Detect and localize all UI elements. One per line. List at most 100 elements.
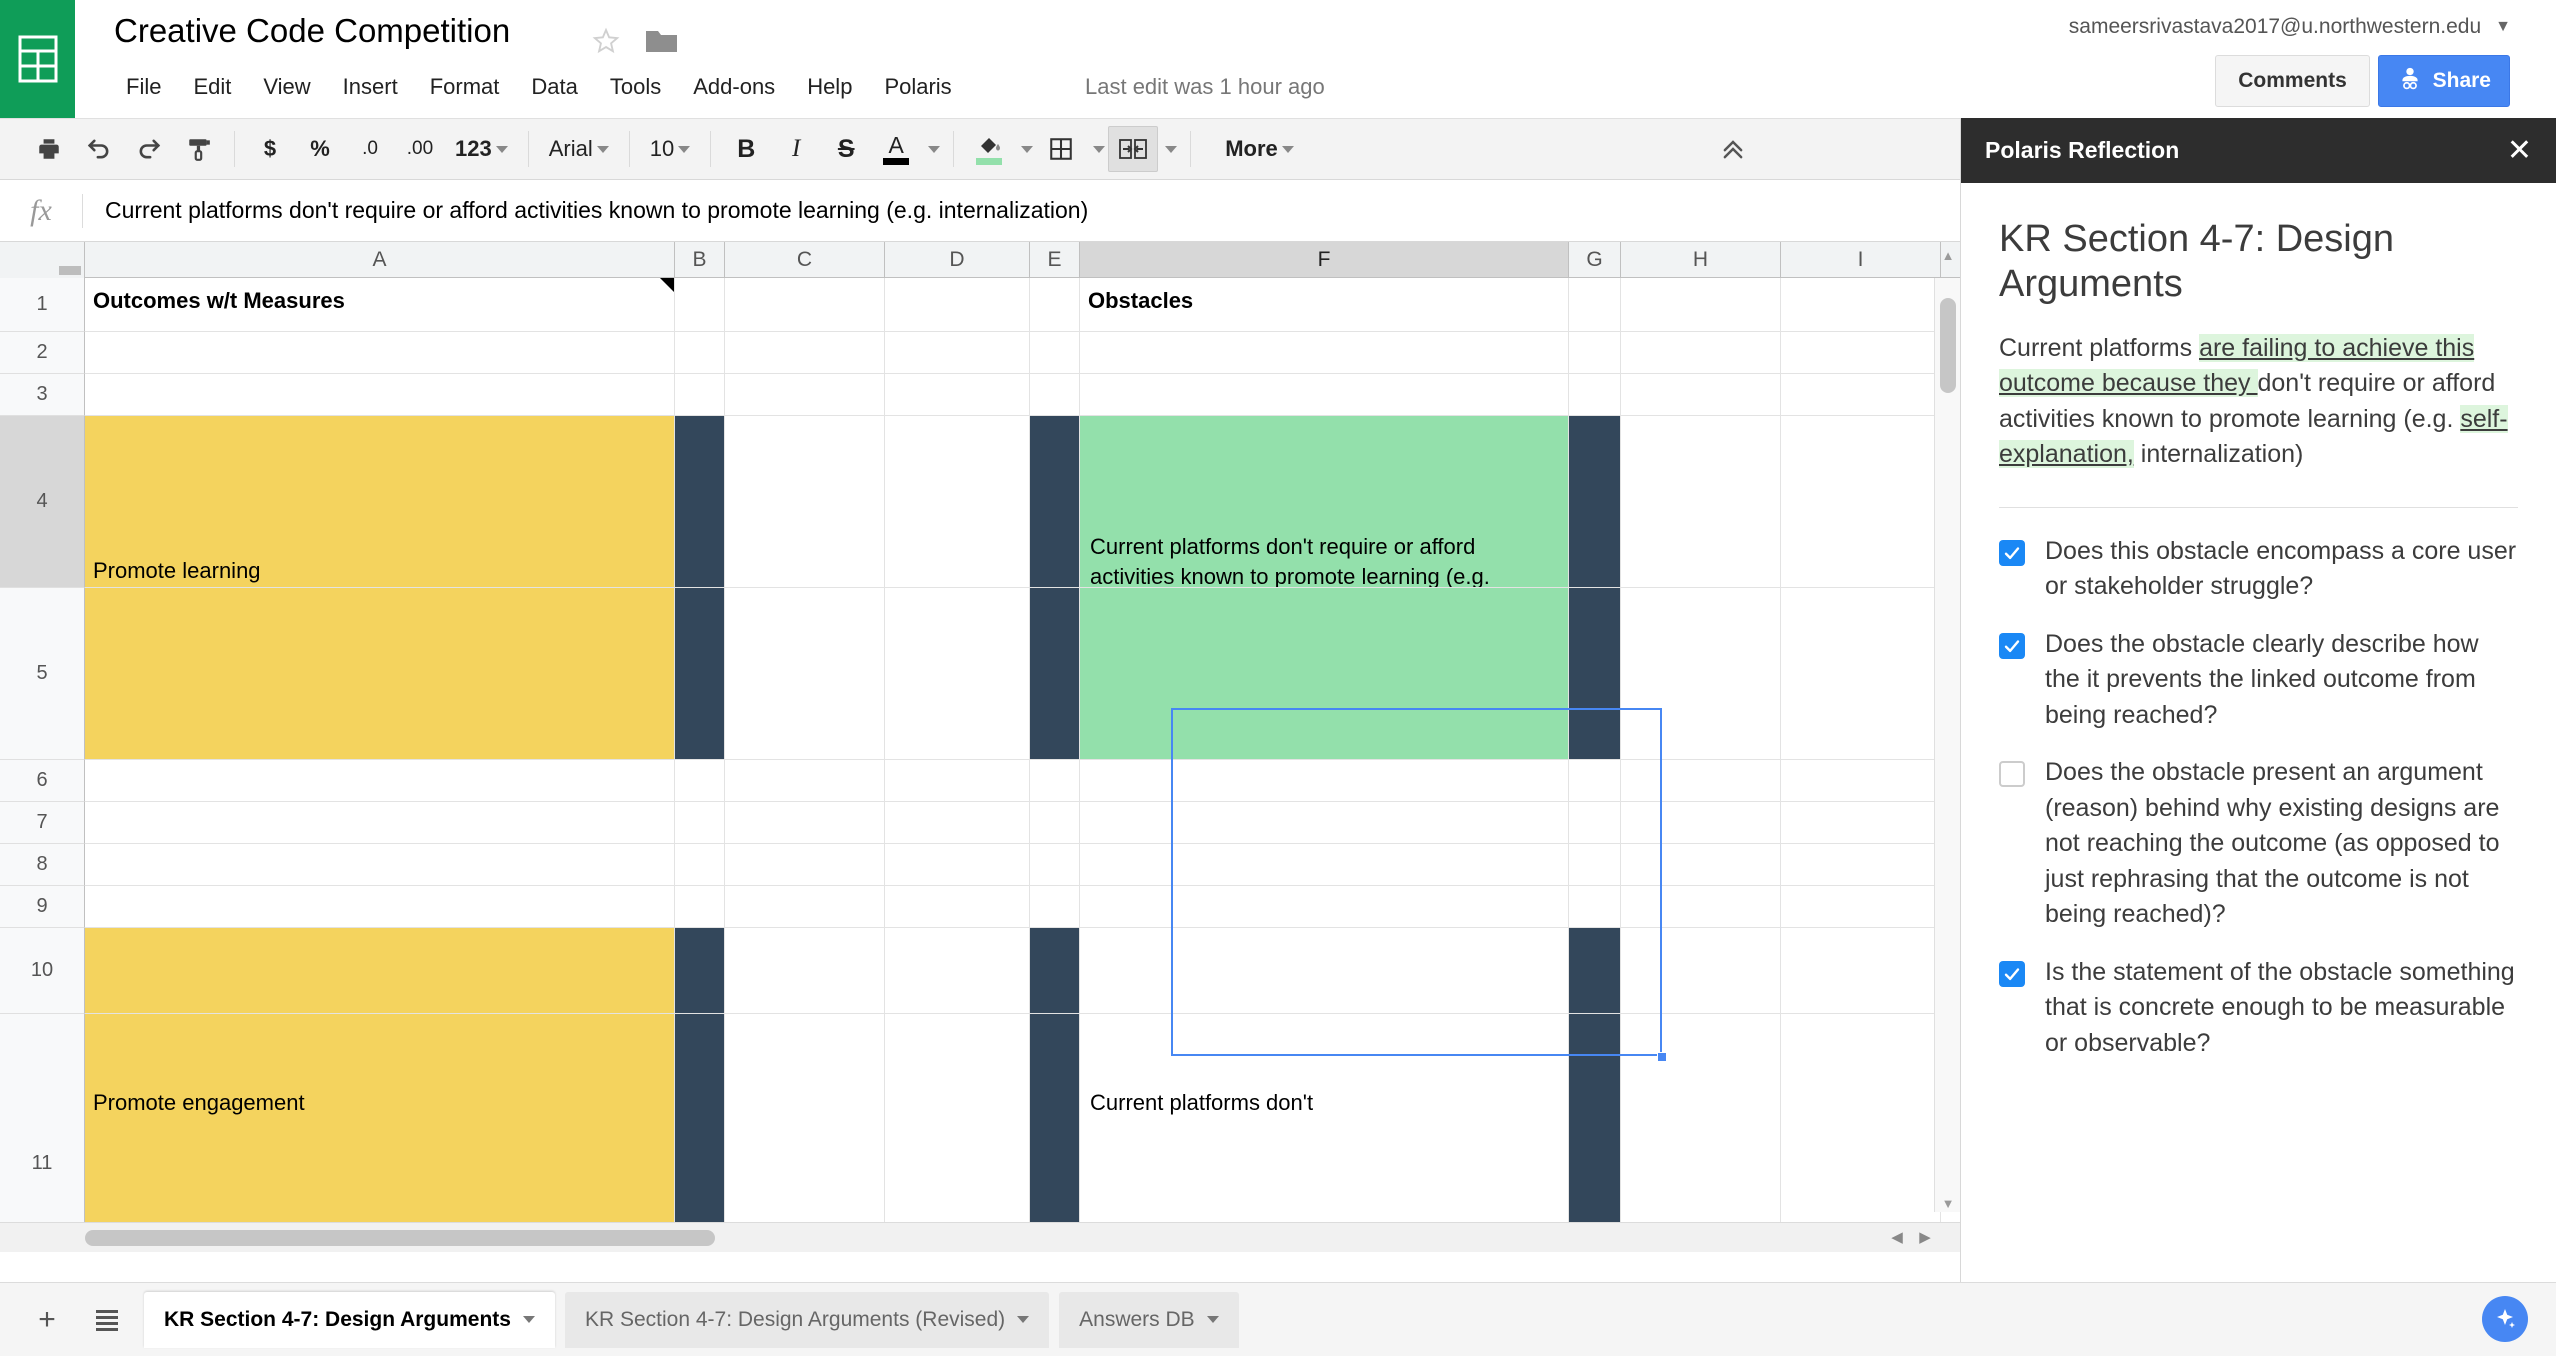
cell-f4[interactable]: Current platforms don't require or affor… [1080, 416, 1569, 587]
cell-g11-divider[interactable] [1569, 1014, 1621, 1252]
cell-a9[interactable] [85, 886, 675, 927]
currency-format-button[interactable]: $ [245, 126, 295, 172]
list-item[interactable]: Is the statement of the obstacle somethi… [1999, 955, 2518, 1062]
cell-b7[interactable] [675, 802, 725, 843]
borders-icon[interactable] [1036, 126, 1086, 172]
scroll-left-icon[interactable]: ◀ [1886, 1227, 1908, 1249]
horizontal-scroll-thumb[interactable] [85, 1230, 715, 1246]
cell-g1[interactable] [1569, 278, 1621, 331]
bold-button[interactable]: B [721, 126, 771, 172]
cell-d4[interactable] [885, 416, 1030, 587]
menu-item-format[interactable]: Format [414, 70, 516, 104]
cell-h5[interactable] [1621, 588, 1781, 759]
undo-icon[interactable] [74, 126, 124, 172]
folder-icon[interactable] [645, 26, 678, 54]
cell-f10[interactable] [1080, 928, 1569, 1013]
text-color-dropdown[interactable] [921, 126, 943, 172]
row-header-11[interactable]: 11 [0, 1014, 85, 1252]
cell-e4-divider[interactable] [1030, 416, 1080, 587]
cell-g4-divider[interactable] [1569, 416, 1621, 587]
row-header-2[interactable]: 2 [0, 332, 85, 374]
cell-a4[interactable]: Promote learning [85, 416, 675, 587]
cell-d9[interactable] [885, 886, 1030, 927]
cell-h10[interactable] [1621, 928, 1781, 1013]
cell-c11[interactable] [725, 1014, 885, 1252]
cell-d6[interactable] [885, 760, 1030, 801]
column-header-a[interactable]: A [85, 242, 675, 277]
cell-h11[interactable] [1621, 1014, 1781, 1252]
cell-g6[interactable] [1569, 760, 1621, 801]
cell-a7[interactable] [85, 802, 675, 843]
menu-item-view[interactable]: View [247, 70, 326, 104]
formula-bar-value[interactable]: Current platforms don't require or affor… [83, 197, 1088, 224]
vertical-scrollbar[interactable]: ▲ ▼ [1934, 278, 1960, 1212]
comments-button[interactable]: Comments [2215, 55, 2370, 107]
select-all-corner[interactable] [0, 242, 85, 278]
cell-h2[interactable] [1621, 332, 1781, 373]
star-outline-icon[interactable] [590, 24, 622, 56]
cell-a6[interactable] [85, 760, 675, 801]
share-button[interactable]: Share [2378, 55, 2510, 107]
cell-f3[interactable] [1080, 374, 1569, 415]
fill-color-dropdown[interactable] [1014, 126, 1036, 172]
cell-e10-divider[interactable] [1030, 928, 1080, 1013]
cell-i4[interactable] [1781, 416, 1941, 587]
menu-item-tools[interactable]: Tools [594, 70, 677, 104]
italic-button[interactable]: I [771, 126, 821, 172]
cell-c2[interactable] [725, 332, 885, 373]
cell-d2[interactable] [885, 332, 1030, 373]
cell-b6[interactable] [675, 760, 725, 801]
list-item[interactable]: Does the obstacle clearly describe how t… [1999, 627, 2518, 734]
cell-d8[interactable] [885, 844, 1030, 885]
cell-g7[interactable] [1569, 802, 1621, 843]
row-header-6[interactable]: 6 [0, 760, 85, 802]
horizontal-scrollbar[interactable]: ◀ ▶ [0, 1222, 1960, 1252]
row-header-7[interactable]: 7 [0, 802, 85, 844]
menu-item-insert[interactable]: Insert [327, 70, 414, 104]
row-header-9[interactable]: 9 [0, 886, 85, 928]
column-header-g[interactable]: G [1569, 242, 1621, 277]
row-header-4[interactable]: 4 [0, 416, 85, 588]
row-header-8[interactable]: 8 [0, 844, 85, 886]
cell-h9[interactable] [1621, 886, 1781, 927]
cell-c1[interactable] [725, 278, 885, 331]
cell-i10[interactable] [1781, 928, 1941, 1013]
cell-d1[interactable] [885, 278, 1030, 331]
cell-f6[interactable] [1080, 760, 1569, 801]
cell-f8[interactable] [1080, 844, 1569, 885]
list-item[interactable]: Does this obstacle encompass a core user… [1999, 534, 2518, 605]
cell-f5[interactable] [1080, 588, 1569, 759]
column-header-h[interactable]: H [1621, 242, 1781, 277]
chevron-double-up-icon[interactable] [1708, 126, 1758, 172]
font-size-dropdown[interactable]: 10 [640, 126, 700, 172]
cell-a2[interactable] [85, 332, 675, 373]
scroll-right-icon[interactable]: ▶ [1914, 1227, 1936, 1249]
borders-dropdown[interactable] [1086, 126, 1108, 172]
chevron-down-icon[interactable] [523, 1316, 535, 1323]
print-icon[interactable] [24, 126, 74, 172]
cell-g2[interactable] [1569, 332, 1621, 373]
cell-i5[interactable] [1781, 588, 1941, 759]
cell-c9[interactable] [725, 886, 885, 927]
cell-h7[interactable] [1621, 802, 1781, 843]
cell-g3[interactable] [1569, 374, 1621, 415]
vertical-scroll-thumb[interactable] [1940, 298, 1956, 393]
column-header-d[interactable]: D [885, 242, 1030, 277]
column-header-i[interactable]: I [1781, 242, 1941, 277]
cell-i9[interactable] [1781, 886, 1941, 927]
cell-c5[interactable] [725, 588, 885, 759]
cell-d5[interactable] [885, 588, 1030, 759]
cell-f9[interactable] [1080, 886, 1569, 927]
column-header-b[interactable]: B [675, 242, 725, 277]
cell-h3[interactable] [1621, 374, 1781, 415]
cell-e3[interactable] [1030, 374, 1080, 415]
cell-b8[interactable] [675, 844, 725, 885]
cell-b5-divider[interactable] [675, 588, 725, 759]
account-email[interactable]: sameersrivastava2017@u.northwestern.edu▼ [2069, 15, 2511, 39]
menu-item-edit[interactable]: Edit [177, 70, 247, 104]
list-icon[interactable] [80, 1293, 134, 1347]
cell-a11[interactable]: Promote engagement [85, 1014, 675, 1252]
cell-a10[interactable] [85, 928, 675, 1013]
cell-d7[interactable] [885, 802, 1030, 843]
column-header-c[interactable]: C [725, 242, 885, 277]
